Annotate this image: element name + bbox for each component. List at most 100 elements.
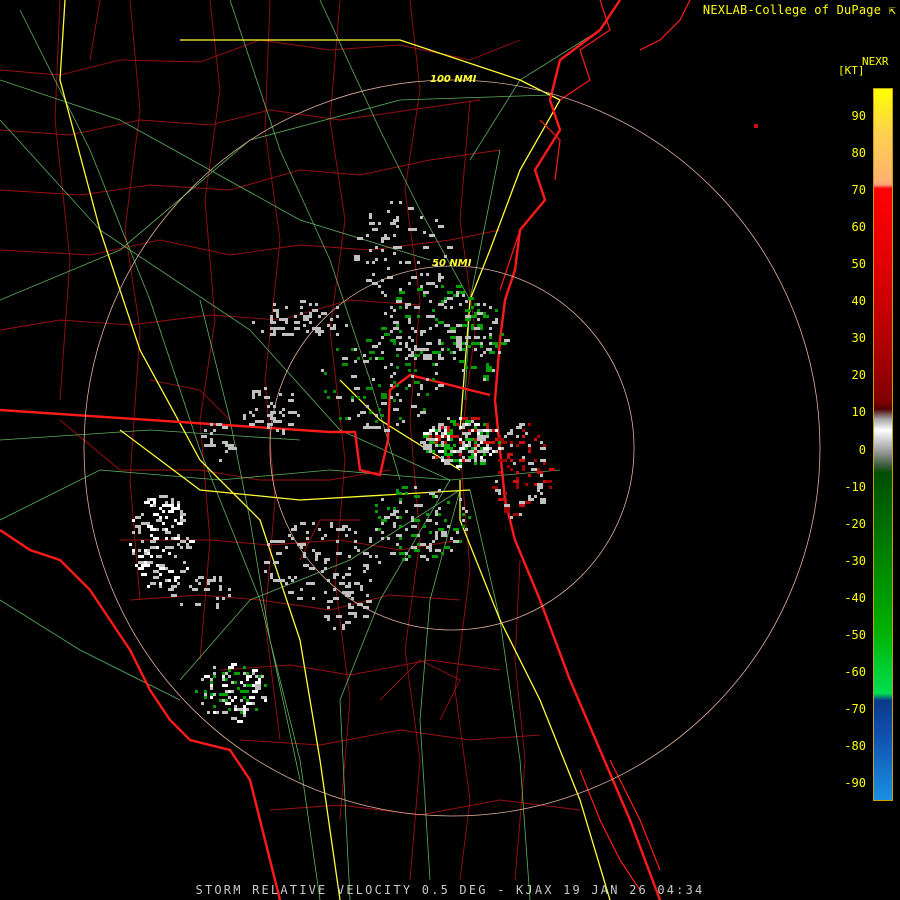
echo-gate xyxy=(396,384,399,387)
echo-gate xyxy=(246,702,252,705)
echo-gate xyxy=(435,537,438,540)
echo-gate xyxy=(147,525,153,528)
echo-gate xyxy=(399,342,402,345)
echo-gate xyxy=(465,510,468,513)
echo-gate xyxy=(474,441,477,444)
echo-gate xyxy=(474,453,477,456)
echo-gate xyxy=(219,459,222,462)
echo-gate xyxy=(426,273,429,276)
echo-gate xyxy=(447,444,450,447)
echo-gate xyxy=(429,300,432,303)
echo-gate xyxy=(270,318,273,321)
echo-gate xyxy=(156,546,159,549)
echo-gate xyxy=(189,585,192,588)
echo-gate xyxy=(369,426,375,429)
echo-gate xyxy=(477,432,480,435)
echo-gate xyxy=(456,465,462,468)
echo-gate xyxy=(252,390,258,393)
echo-gate xyxy=(549,468,555,471)
echo-gate xyxy=(366,339,372,342)
echo-gate xyxy=(336,528,339,531)
echo-gate xyxy=(231,717,237,720)
echo-gate xyxy=(489,351,495,354)
echo-gate xyxy=(411,534,417,537)
echo-gate xyxy=(459,453,462,456)
echo-gate xyxy=(432,495,435,498)
echo-gate xyxy=(447,456,450,459)
echo-gate xyxy=(405,315,411,318)
echo-gate xyxy=(507,465,510,468)
echo-gate xyxy=(423,354,426,357)
echo-gate xyxy=(150,540,156,543)
echo-gate xyxy=(234,681,237,684)
echo-gate xyxy=(264,387,267,390)
echo-gate xyxy=(276,312,279,315)
echo-gate xyxy=(504,435,507,438)
echo-gate xyxy=(339,582,342,585)
echo-gate xyxy=(429,327,432,330)
echo-gate xyxy=(435,513,438,516)
echo-gate xyxy=(366,600,372,603)
echo-gate xyxy=(306,537,309,540)
echo-gate xyxy=(501,441,507,444)
echo-gate xyxy=(366,405,369,408)
echo-gate xyxy=(270,573,273,576)
echo-gate xyxy=(279,540,285,543)
echo-gate xyxy=(429,492,435,495)
echo-gate xyxy=(213,576,216,579)
echo-gate xyxy=(381,531,384,534)
echo-gate xyxy=(417,315,420,318)
echo-gate xyxy=(483,450,489,453)
echo-gate xyxy=(528,423,531,426)
echo-gate xyxy=(168,588,174,591)
echo-gate xyxy=(381,351,384,354)
echo-gate xyxy=(375,510,378,513)
echo-gate xyxy=(165,516,168,519)
echo-gate xyxy=(336,396,342,399)
echo-gate xyxy=(291,528,297,531)
echo-gate xyxy=(408,369,411,372)
echo-gate xyxy=(495,489,501,492)
echo-gate xyxy=(411,276,417,279)
echo-gate xyxy=(429,447,432,450)
echo-gate xyxy=(264,684,267,687)
echo-gate xyxy=(357,582,360,585)
echo-gate xyxy=(132,531,135,534)
echo-gate xyxy=(306,531,309,534)
echo-gate xyxy=(432,309,435,312)
echo-gate xyxy=(168,570,171,573)
echo-gate xyxy=(393,252,396,255)
echo-gate xyxy=(279,411,282,414)
echo-gate xyxy=(375,345,378,348)
echo-gate xyxy=(474,426,477,429)
echo-gate xyxy=(363,426,369,429)
echo-gate xyxy=(177,582,180,585)
echo-gate xyxy=(234,672,240,675)
echo-gate xyxy=(354,348,357,351)
echo-gate xyxy=(411,339,414,342)
echo-gate xyxy=(525,501,531,504)
echo-gate xyxy=(459,426,462,429)
echo-gate xyxy=(390,384,393,387)
echo-gate xyxy=(231,690,234,693)
echo-gate xyxy=(480,447,483,450)
colorbar-tick: 20 xyxy=(851,368,866,383)
echo-gate xyxy=(189,540,195,543)
echo-gate xyxy=(210,438,213,441)
echo-gate xyxy=(387,276,393,279)
echo-gate xyxy=(255,684,261,687)
echo-gate xyxy=(336,306,339,309)
echo-gate xyxy=(426,354,429,357)
echo-gate xyxy=(501,333,504,336)
colorbar-tick: -10 xyxy=(844,479,866,494)
echo-gate xyxy=(324,390,327,393)
echo-gate xyxy=(387,333,390,336)
echo-gate xyxy=(444,519,447,522)
echo-gate xyxy=(402,558,405,561)
echo-gate xyxy=(471,315,477,318)
echo-gate xyxy=(276,315,279,318)
echo-gate xyxy=(474,423,477,426)
echo-gate xyxy=(270,417,276,420)
echo-gate xyxy=(159,564,165,567)
echo-gate xyxy=(480,354,483,357)
